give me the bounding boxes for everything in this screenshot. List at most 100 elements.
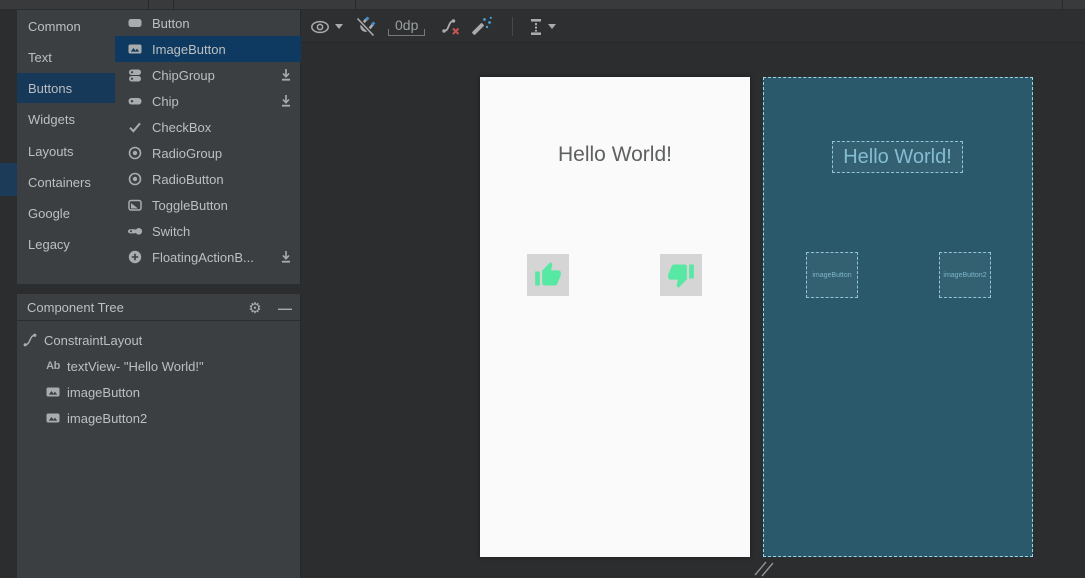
layout-editor-window: Common Text Buttons Widgets Layouts Cont…: [0, 0, 1085, 578]
palette-item-label: ToggleButton: [152, 197, 228, 213]
autoconnect-off-icon[interactable]: [353, 10, 378, 43]
download-icon[interactable]: [279, 67, 293, 83]
palette-item-radiogroup[interactable]: RadioGroup: [115, 140, 301, 166]
tree-item-label: imageButton2: [67, 410, 148, 426]
palette-item-label: ImageButton: [152, 41, 226, 57]
palette-item-label: Chip: [152, 93, 179, 109]
thumb-down-icon: [668, 264, 694, 288]
palette-category-buttons[interactable]: Buttons: [17, 73, 115, 103]
palette-item-label: RadioGroup: [152, 145, 223, 161]
palette-item-label: Switch: [152, 223, 191, 239]
palette-category-layouts[interactable]: Layouts: [17, 136, 115, 166]
switch-icon: [127, 223, 143, 239]
tree-item-imagebutton2[interactable]: imageButton2: [17, 405, 300, 431]
tree-item-label: imageButton: [67, 384, 140, 400]
download-icon[interactable]: [279, 93, 293, 109]
category-label: Layouts: [28, 143, 74, 159]
palette-panel: Common Text Buttons Widgets Layouts Cont…: [17, 10, 301, 284]
component-tree-panel: Component Tree ⚙ — ConstraintLayout Ab t…: [17, 294, 301, 578]
radio-button-icon: [127, 171, 143, 187]
palette-category-containers[interactable]: Containers: [17, 167, 115, 197]
blueprint-imagebutton2-label: imageButton2: [943, 271, 987, 279]
palette-item-label: RadioButton: [152, 171, 224, 187]
constraint-layout-icon: [22, 332, 38, 348]
tree-item-imagebutton[interactable]: imageButton: [17, 379, 300, 405]
palette-item-switch[interactable]: Switch: [115, 218, 301, 244]
blueprint-imagebutton2[interactable]: imageButton2: [939, 252, 991, 298]
blueprint-imagebutton-label: imageButton: [812, 271, 852, 279]
palette-item-chipgroup[interactable]: ChipGroup: [115, 62, 301, 88]
palette-category-legacy[interactable]: Legacy: [17, 229, 115, 259]
thumb-up-icon: [535, 262, 561, 286]
category-label: Widgets: [28, 111, 75, 127]
view-options-icon[interactable]: [310, 10, 330, 43]
design-surface: Hello World!: [480, 77, 750, 557]
palette-item-imagebutton[interactable]: ImageButton: [115, 36, 301, 62]
palette-item-button[interactable]: Button: [115, 10, 301, 36]
palette-tool-window-button[interactable]: [0, 163, 17, 196]
pack-selection-icon[interactable]: [528, 10, 544, 43]
tree-item-constraintlayout[interactable]: ConstraintLayout: [17, 327, 300, 353]
top-separator: [1062, 0, 1063, 10]
view-options-caret-icon[interactable]: [335, 10, 343, 43]
blueprint-surface: Hello World! imageButton imageButton2: [763, 77, 1033, 557]
blueprint-imagebutton[interactable]: imageButton: [806, 252, 858, 298]
ab-glyph: Ab: [46, 360, 60, 372]
blueprint-textview-label: Hello World!: [843, 145, 952, 168]
tree-item-label: textView- "Hello World!": [67, 358, 204, 374]
radio-group-icon: [127, 145, 143, 161]
palette-category-common[interactable]: Common: [17, 11, 115, 41]
category-label: Buttons: [28, 80, 73, 96]
tool-window-stripe: [0, 10, 17, 578]
top-separator: [148, 0, 149, 10]
pack-selection-caret-icon[interactable]: [548, 10, 556, 43]
category-label: Google: [28, 205, 70, 221]
button-icon: [127, 15, 143, 31]
palette-item-label: ChipGroup: [152, 67, 215, 83]
image-button-icon: [45, 384, 61, 400]
design-imagebutton2-thumb-down[interactable]: [660, 254, 702, 296]
design-textview[interactable]: Hello World!: [480, 143, 750, 167]
palette-item-checkbox[interactable]: CheckBox: [115, 114, 301, 140]
palette-item-togglebutton[interactable]: ToggleButton: [115, 192, 301, 218]
download-icon[interactable]: [279, 249, 293, 265]
palette-item-radiobutton[interactable]: RadioButton: [115, 166, 301, 192]
category-label: Containers: [28, 174, 91, 190]
chip-group-icon: [127, 67, 143, 83]
top-separator: [355, 0, 356, 10]
top-toolbar-sliver: [0, 0, 1085, 10]
component-tree-title: Component Tree: [27, 299, 124, 315]
tree-item-label: ConstraintLayout: [44, 332, 143, 348]
palette-item-label: FloatingActionB...: [152, 249, 254, 265]
chip-icon: [127, 93, 143, 109]
image-button-icon: [127, 41, 143, 57]
default-margins[interactable]: 0dp: [388, 10, 426, 43]
checkbox-icon: [127, 119, 143, 135]
margin-value: 0dp: [388, 17, 426, 36]
category-label: Text: [28, 49, 52, 65]
palette-item-floatingactionbutton[interactable]: FloatingActionB...: [115, 244, 301, 270]
palette-category-google[interactable]: Google: [17, 198, 115, 228]
canvas-resize-handle[interactable]: [752, 558, 780, 578]
design-toolbar: 0dp: [301, 10, 1085, 43]
tree-item-textview[interactable]: Ab textView- "Hello World!": [17, 353, 300, 379]
palette-item-chip[interactable]: Chip: [115, 88, 301, 114]
fab-icon: [127, 249, 143, 265]
clear-constraints-icon[interactable]: [440, 10, 464, 43]
toolbar-separator: [512, 17, 513, 36]
minimize-icon[interactable]: —: [274, 294, 296, 321]
palette-category-text[interactable]: Text: [17, 42, 115, 72]
text-view-icon: Ab: [45, 358, 61, 374]
category-label: Common: [28, 18, 81, 34]
design-imagebutton-thumb-up[interactable]: [527, 254, 569, 296]
top-separator: [173, 0, 174, 10]
category-label: Legacy: [28, 236, 70, 252]
palette-item-label: Button: [152, 15, 190, 31]
gear-icon[interactable]: ⚙: [245, 294, 265, 321]
palette-item-label: CheckBox: [152, 119, 212, 135]
infer-constraints-icon[interactable]: [470, 10, 494, 43]
component-tree-header: Component Tree ⚙ —: [17, 294, 300, 321]
blueprint-textview[interactable]: Hello World!: [832, 141, 963, 173]
image-button-icon: [45, 410, 61, 426]
palette-category-widgets[interactable]: Widgets: [17, 104, 115, 134]
